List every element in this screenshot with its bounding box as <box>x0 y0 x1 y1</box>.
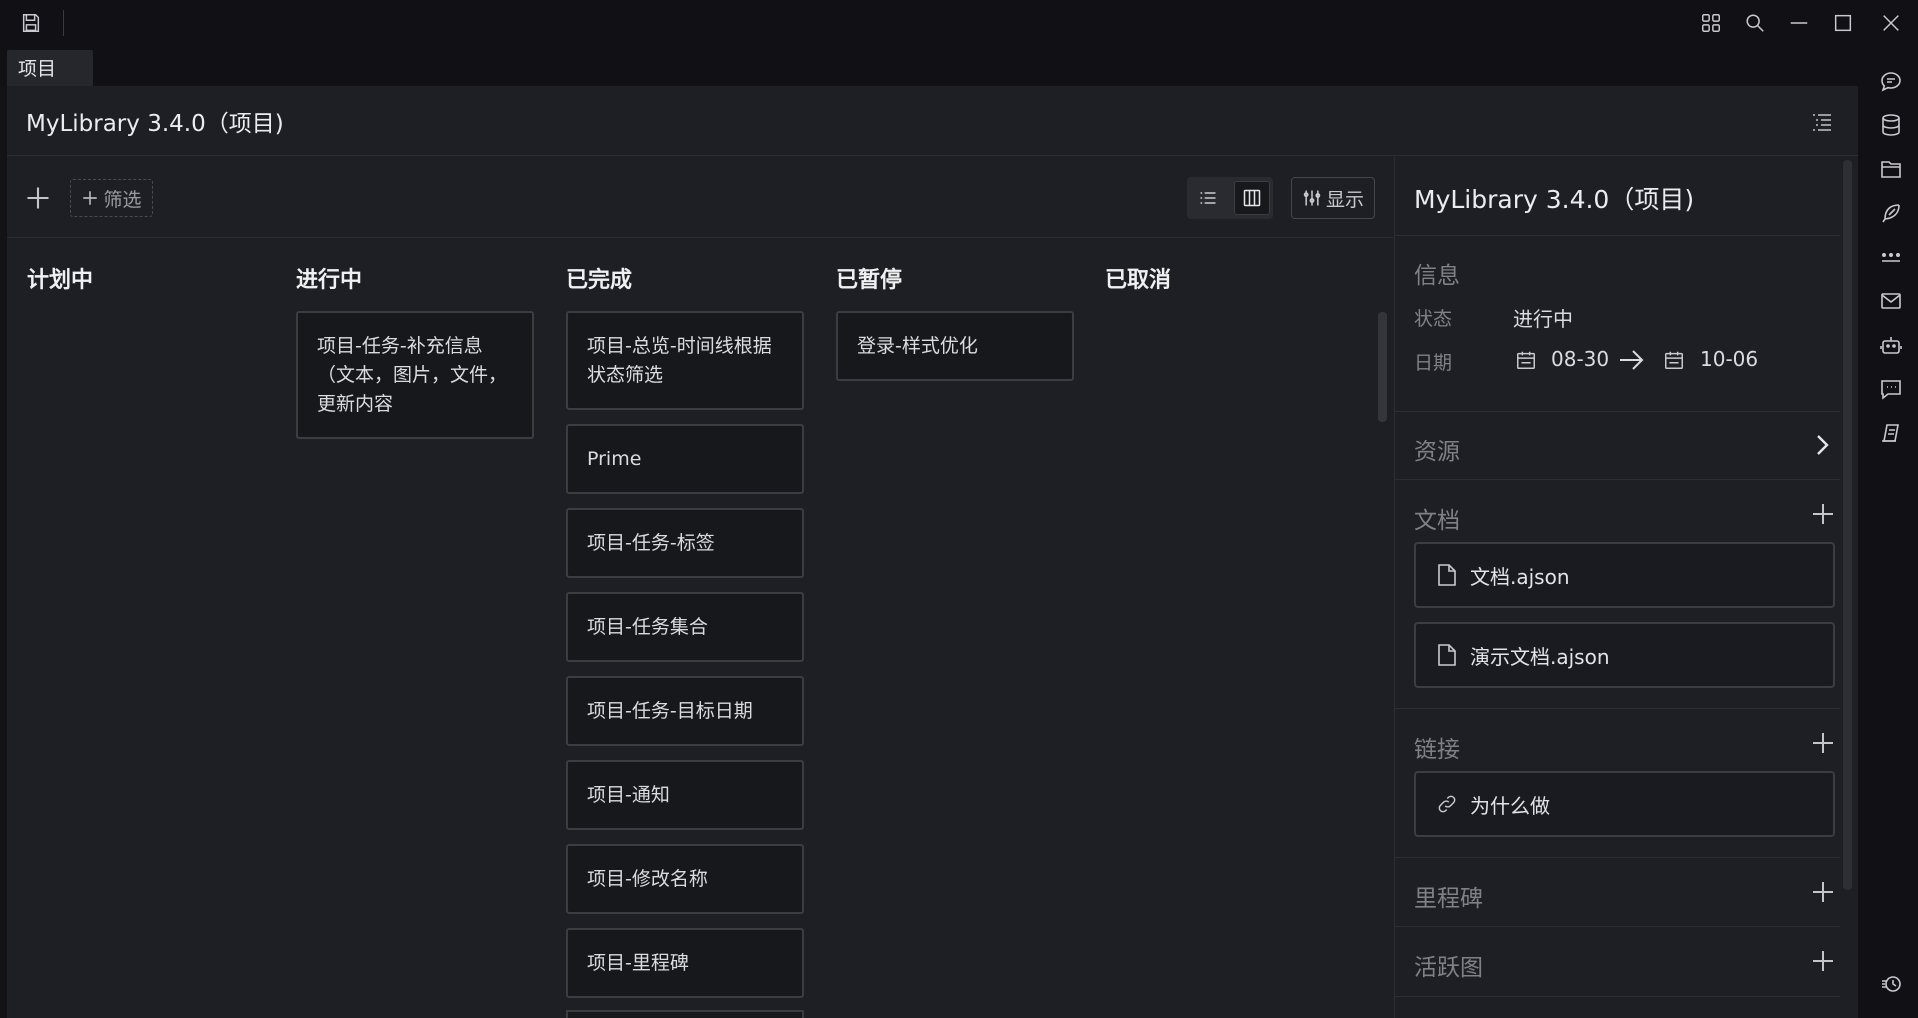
title-bar <box>0 0 1918 46</box>
divider <box>1394 479 1840 480</box>
close-icon[interactable] <box>1874 6 1908 40</box>
task-card[interactable]: 项目-里程碑 <box>566 928 804 998</box>
activity-section-label: 活跃图 <box>1414 955 1483 981</box>
calendar-icon <box>1663 349 1685 371</box>
panel-scrollbar[interactable] <box>1843 160 1852 890</box>
display-label: 显示 <box>1325 188 1364 211</box>
task-card-partial <box>566 1010 804 1018</box>
tab-strip <box>0 46 1858 86</box>
task-card[interactable]: 项目-通知 <box>566 760 804 830</box>
status-label: 状态 <box>1414 308 1453 330</box>
doc-item[interactable]: 文档.ajson <box>1414 542 1835 608</box>
column-title-done: 已完成 <box>566 268 633 293</box>
board-toolbar <box>7 157 1393 238</box>
search-icon[interactable] <box>1738 6 1772 40</box>
grid-apps-icon[interactable] <box>1694 6 1728 40</box>
task-card[interactable]: 项目-总览-时间线根据状态筛选 <box>566 311 804 410</box>
column-title-paused: 已暂停 <box>836 268 903 293</box>
link-icon <box>1438 795 1456 813</box>
doc-item[interactable]: 演示文档.ajson <box>1414 622 1835 688</box>
divider <box>1394 411 1840 412</box>
project-header <box>7 86 1858 156</box>
mail-icon[interactable] <box>1873 283 1909 319</box>
board-view-icon[interactable] <box>1234 181 1270 215</box>
link-item[interactable]: 为什么做 <box>1414 771 1835 837</box>
task-card[interactable]: 项目-任务-补充信息（文本，图片，文件，更新内容 <box>296 311 534 439</box>
save-icon[interactable] <box>14 6 48 40</box>
tab-project[interactable]: 项目 <box>7 50 93 86</box>
task-card[interactable]: 项目-任务集合 <box>566 592 804 662</box>
task-card[interactable]: 项目-修改名称 <box>566 844 804 914</box>
divider <box>1394 926 1840 927</box>
divider <box>1394 235 1840 236</box>
file-icon <box>1438 564 1456 586</box>
maximize-icon[interactable] <box>1826 6 1860 40</box>
add-icon[interactable] <box>24 184 52 212</box>
add-milestone-icon[interactable] <box>1811 880 1835 904</box>
right-sidebar <box>1858 46 1918 1018</box>
divider <box>1394 708 1840 709</box>
history-icon[interactable] <box>1873 966 1909 1002</box>
more-dots-icon[interactable] <box>1873 240 1909 276</box>
panel-title: MyLibrary 3.4.0（项目) <box>1414 185 1695 214</box>
task-card[interactable]: Prime <box>566 424 804 494</box>
plus-icon <box>83 191 98 205</box>
task-card[interactable]: 项目-任务-目标日期 <box>566 676 804 746</box>
column-title-in-progress: 进行中 <box>296 268 363 293</box>
docs-section-label: 文档 <box>1414 508 1460 534</box>
add-doc-icon[interactable] <box>1811 502 1835 526</box>
filter-label: 筛选 <box>103 188 142 211</box>
start-date[interactable]: 08-30 <box>1551 347 1609 371</box>
comment-icon[interactable] <box>1873 64 1909 100</box>
file-icon <box>1438 644 1456 666</box>
outline-icon[interactable] <box>1810 110 1834 134</box>
doc-name: 演示文档.ajson <box>1470 644 1610 669</box>
resources-section-label[interactable]: 资源 <box>1414 432 1460 466</box>
doc-name: 文档.ajson <box>1470 564 1570 589</box>
links-section-label: 链接 <box>1414 737 1460 763</box>
page-title: MyLibrary 3.4.0（项目) <box>26 111 284 137</box>
title-divider <box>63 10 64 36</box>
list-view-icon[interactable] <box>1190 181 1226 215</box>
milestones-section-label: 里程碑 <box>1414 886 1483 912</box>
filter-button[interactable]: 筛选 <box>70 179 153 217</box>
link-name: 为什么做 <box>1470 793 1550 818</box>
divider <box>1394 996 1840 997</box>
chevron-right-icon[interactable] <box>1810 431 1834 459</box>
arrow-right-icon <box>1618 347 1646 373</box>
column-title-planned: 计划中 <box>27 268 94 293</box>
database-icon[interactable] <box>1873 107 1909 143</box>
minimize-icon[interactable] <box>1782 6 1816 40</box>
column-title-cancelled: 已取消 <box>1105 268 1172 293</box>
add-link-icon[interactable] <box>1811 731 1835 755</box>
calendar-icon <box>1515 349 1537 371</box>
date-label: 日期 <box>1414 352 1453 374</box>
info-section-label: 信息 <box>1414 263 1460 289</box>
status-value[interactable]: 进行中 <box>1513 303 1573 332</box>
folder-icon[interactable] <box>1873 151 1909 187</box>
sliders-icon <box>1303 190 1321 206</box>
board-scrollbar[interactable] <box>1378 312 1387 422</box>
task-card[interactable]: 登录-样式优化 <box>836 311 1074 381</box>
message-icon[interactable] <box>1873 371 1909 407</box>
feather-icon[interactable] <box>1873 195 1909 231</box>
display-button[interactable]: 显示 <box>1291 177 1375 219</box>
divider <box>1394 857 1840 858</box>
end-date[interactable]: 10-06 <box>1700 347 1758 371</box>
task-card[interactable]: 项目-任务-标签 <box>566 508 804 578</box>
add-activity-icon[interactable] <box>1811 949 1835 973</box>
robot-icon[interactable] <box>1873 327 1909 363</box>
notebook-icon[interactable] <box>1873 415 1909 451</box>
